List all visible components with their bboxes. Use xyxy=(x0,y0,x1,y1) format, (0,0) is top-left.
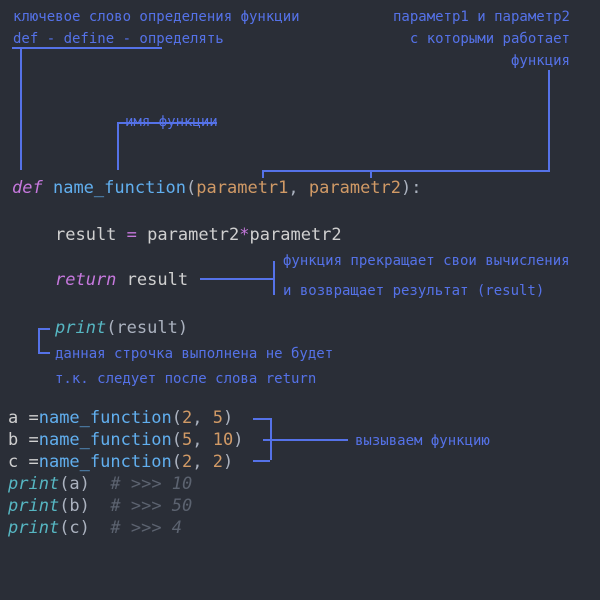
connector-line xyxy=(117,122,217,124)
annotation-unreachable-line2: т.к. следует после слова return xyxy=(55,370,316,390)
connector-line xyxy=(117,122,119,170)
param2: parametr2 xyxy=(309,178,401,198)
param1: parametr1 xyxy=(196,178,288,198)
connector-line xyxy=(38,352,50,354)
annotation-return-line1: функция прекращает свои вычисления xyxy=(283,252,570,272)
connector-line xyxy=(273,261,275,295)
connector-line xyxy=(548,70,550,170)
function-name: name_function xyxy=(53,178,186,198)
code-call-b: b =name_function(5, 10) xyxy=(8,430,244,450)
code-call-a: a =name_function(2, 5) xyxy=(8,408,233,428)
code-return-line: return result xyxy=(55,270,188,290)
connector-line xyxy=(200,278,275,280)
connector-line xyxy=(370,170,372,178)
connector-line xyxy=(12,47,162,49)
connector-line xyxy=(262,170,550,172)
code-print-b: print(b) # >>> 50 xyxy=(8,496,192,516)
annotation-unreachable-line1: данная строчка выполнена не будет xyxy=(55,345,333,365)
connector-line xyxy=(20,47,22,170)
connector-line xyxy=(262,170,264,178)
def-keyword: def xyxy=(12,178,43,198)
code-print-c: print(c) # >>> 4 xyxy=(8,518,182,538)
code-unreachable-print: print(result) xyxy=(55,318,188,338)
annotation-params-line3: функция xyxy=(511,52,570,72)
annotation-return-line2: и возвращает результат (result) xyxy=(283,282,544,302)
annotation-params-line1: параметр1 и параметр2 xyxy=(393,8,570,28)
return-value: result xyxy=(127,270,188,290)
annotation-def-keyword-line1: ключевое слово определения функции xyxy=(13,8,300,28)
connector-line xyxy=(263,439,348,441)
code-print-a: print(a) # >>> 10 xyxy=(8,474,192,494)
annotation-params-line2: с которыми работает xyxy=(410,30,570,50)
return-keyword: return xyxy=(55,270,116,290)
code-call-c: c =name_function(2, 2) xyxy=(8,452,233,472)
annotation-call: вызываем функцию xyxy=(355,432,490,452)
code-body-line: result = parametr2*parametr2 xyxy=(55,225,342,245)
connector-line xyxy=(253,418,270,420)
connector-line xyxy=(253,460,270,462)
code-def-line: def name_function(parametr1, parametr2): xyxy=(12,178,422,198)
connector-line xyxy=(38,328,40,354)
print-keyword: print xyxy=(55,318,106,338)
